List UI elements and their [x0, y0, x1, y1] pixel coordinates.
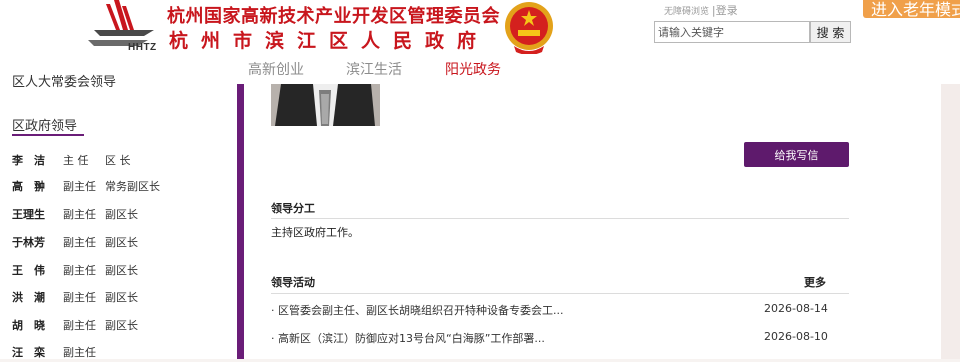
- activities-divider: [271, 293, 849, 294]
- logo-text: HHTZ: [128, 42, 157, 53]
- leader-name: 胡 晓: [12, 319, 45, 332]
- leader-role: 副区长: [105, 319, 138, 332]
- hhtz-logo-icon: [88, 0, 154, 46]
- leader-title: 副主任: [63, 346, 96, 359]
- duties-text: 主持区政府工作。: [271, 226, 359, 239]
- leader-name: 王理生: [12, 208, 45, 221]
- leader-title: 副主任: [63, 264, 96, 277]
- accessibility-link[interactable]: 无障碍浏览: [664, 7, 709, 17]
- site-header: HHTZ 杭州国家高新技术产业开发区管理委员会 杭州市滨江区人民政府 高新创业 …: [0, 0, 960, 84]
- write-letter-button[interactable]: 给我写信: [744, 142, 849, 167]
- search-button[interactable]: 搜 索: [810, 21, 851, 43]
- leader-name: 李 洁: [12, 154, 45, 167]
- leader-name: 王 伟: [12, 264, 45, 277]
- duties-divider: [271, 218, 849, 219]
- leader-role: 区 长: [105, 154, 131, 167]
- activities-title: 领导活动: [271, 276, 315, 289]
- leader-title: 副主任: [63, 291, 96, 304]
- national-emblem-icon: [505, 2, 553, 54]
- activity-date: 2026-08-10: [764, 330, 828, 343]
- site-title-line1: 杭州国家高新技术产业开发区管理委员会: [167, 6, 500, 27]
- leader-role: 副区长: [105, 291, 138, 304]
- leader-name: 高 翀: [12, 180, 45, 193]
- sidebar-heading-government[interactable]: 区政府领导: [12, 115, 77, 134]
- sidebar-divider: [237, 84, 244, 359]
- leader-role: 副区长: [105, 264, 138, 277]
- page-right-margin: [941, 84, 960, 359]
- leader-detail: 给我写信 领导分工 主持区政府工作。 领导活动 更多 · 区管委会副主任、副区长…: [244, 84, 941, 359]
- leader-name: 于林芳: [12, 236, 45, 249]
- leader-title: 副主任: [63, 208, 96, 221]
- leader-title: 副主任: [63, 236, 96, 249]
- nav-binjiang-life[interactable]: 滨江生活: [346, 59, 402, 79]
- activity-date: 2026-08-14: [764, 302, 828, 315]
- leader-title: 主 任: [63, 154, 89, 167]
- login-link[interactable]: |登录: [712, 4, 738, 17]
- leaders-sidebar: 区人大常委会领导 区政府领导 李 洁 主 任 区 长 高 翀 副主任 常务副区长…: [0, 75, 237, 359]
- nav-government-affairs[interactable]: 阳光政务: [445, 59, 501, 79]
- site-title-line2: 杭州市滨江区人民政府: [169, 30, 490, 52]
- nav-hightech[interactable]: 高新创业: [248, 59, 304, 79]
- leader-role: 常务副区长: [105, 180, 160, 193]
- leader-name: 洪 潮: [12, 291, 45, 304]
- search-input[interactable]: [654, 21, 810, 43]
- elder-mode-button[interactable]: 进入老年模式: [863, 0, 960, 18]
- leader-role: 副区长: [105, 208, 138, 221]
- leader-photo: [271, 84, 380, 126]
- sidebar-heading-npc[interactable]: 区人大常委会领导: [12, 71, 116, 90]
- activity-link[interactable]: · 区管委会副主任、副区长胡晓组织召开特种设备专委会工...: [271, 302, 563, 318]
- duties-title: 领导分工: [271, 202, 315, 215]
- utility-links: 无障碍浏览 |登录: [664, 2, 738, 18]
- leader-name: 汪 栾: [12, 346, 45, 359]
- leader-title: 副主任: [63, 319, 96, 332]
- activity-link[interactable]: · 高新区（滨江）防御应对13号台风“白海豚”工作部署...: [271, 330, 545, 346]
- heading-underline: [12, 134, 84, 136]
- leader-role: 副区长: [105, 236, 138, 249]
- leader-title: 副主任: [63, 180, 96, 193]
- more-activities-link[interactable]: 更多: [804, 274, 826, 290]
